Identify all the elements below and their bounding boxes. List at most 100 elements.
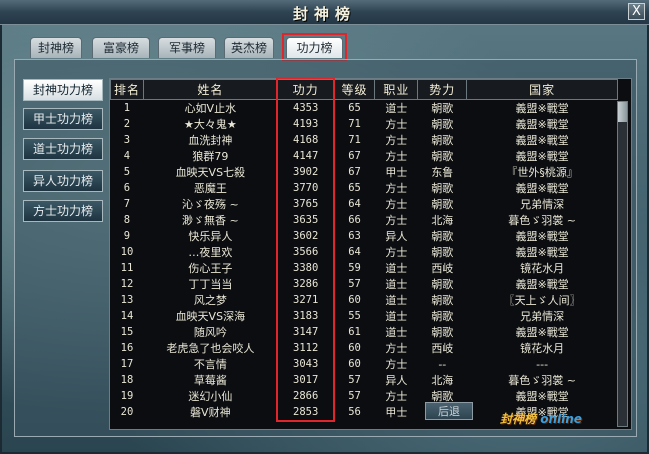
table-row[interactable]: 2 ★大々鬼★ 4193 71 方士 朝歌 義盟※戰堂 <box>111 116 618 132</box>
table-row[interactable]: 15 随风吟 3147 61 道士 朝歌 義盟※戰堂 <box>111 324 618 340</box>
table-row[interactable]: 18 草莓酱 3017 57 异人 北海 暮色ゞ羽裳 ~ <box>111 372 618 388</box>
side-button-daoshi-power[interactable]: 道士功力榜 <box>23 138 103 160</box>
table-row[interactable]: 4 狼群79 4147 67 方士 朝歌 義盟※戰堂 <box>111 148 618 164</box>
cell-class: 方士 <box>385 342 408 355</box>
cell-name: 伤心王子 <box>188 262 233 275</box>
header-level[interactable]: 等级 <box>333 79 376 100</box>
table-row[interactable]: 9 快乐异人 3602 63 异人 朝歌 義盟※戰堂 <box>111 228 618 244</box>
ranking-table: 排名 姓名 功力 等级 职业 势力 国家 1 心如V止水 4353 65 道士 朝歌 義盟※… <box>110 79 618 420</box>
cell-class: 道士 <box>385 102 408 115</box>
cell-class: 方士 <box>385 358 408 371</box>
tab-yingjie[interactable]: 英杰榜 <box>224 37 274 58</box>
cell-name: 老虎急了也会咬人 <box>166 342 255 355</box>
cell-name: 渺ゞ無香 ~ <box>181 214 239 227</box>
cell-country: 義盟※戰堂 <box>515 182 569 195</box>
tab-fuhao[interactable]: 富豪榜 <box>92 37 150 58</box>
ranking-table-container: 排名 姓名 功力 等级 职业 势力 国家 1 心如V止水 4353 65 道士 朝歌 義盟※… <box>109 78 632 430</box>
cell-name: 迷幻小仙 <box>188 390 233 403</box>
table-row[interactable]: 1 心如V止水 4353 65 道士 朝歌 義盟※戰堂 <box>111 100 618 117</box>
cell-country: 義盟※戰堂 <box>515 134 569 147</box>
cell-rank: 2 <box>123 118 131 130</box>
cell-level: 65 <box>348 102 361 114</box>
table-scrollbar[interactable] <box>617 101 628 427</box>
table-row[interactable]: 6 恶魔王 3770 65 方士 朝歌 義盟※戰堂 <box>111 180 618 196</box>
table-header-row: 排名 姓名 功力 等级 职业 势力 国家 <box>110 79 618 100</box>
cell-level: 60 <box>348 294 361 306</box>
close-button[interactable]: X <box>628 3 645 20</box>
cell-rank: 4 <box>123 150 131 162</box>
cell-rank: 14 <box>120 310 134 322</box>
cell-country: 義盟※戰堂 <box>515 118 569 131</box>
cell-country: 『世外§桃源』 <box>506 166 578 179</box>
header-class[interactable]: 职业 <box>374 79 419 100</box>
table-row[interactable]: 16 老虎急了也会咬人 3112 60 方士 西岐 镜花水月 <box>111 340 618 356</box>
tab-fengshen[interactable]: 封神榜 <box>30 37 82 58</box>
table-row[interactable]: 3 血洗封神 4168 71 方士 朝歌 義盟※戰堂 <box>111 132 618 148</box>
table-row[interactable]: 12 丁丁当当 3286 57 道士 朝歌 義盟※戰堂 <box>111 276 618 292</box>
table-row[interactable]: 5 血映天VS七殺 3902 67 甲士 东鲁 『世外§桃源』 <box>111 164 618 180</box>
cell-faction: 朝歌 <box>431 294 454 307</box>
scrollbar-thumb[interactable] <box>618 102 627 122</box>
table-row[interactable]: 7 沁ゞ夜殇 ~3765 64 方士 朝歌 兄弟情深 <box>111 196 618 212</box>
table-row[interactable]: 10 …夜里欢 3566 64 方士 朝歌 義盟※戰堂 <box>111 244 618 260</box>
cell-name: 血映天VS七殺 <box>175 166 246 179</box>
table-row[interactable]: 11 伤心王子 3380 59 道士 西岐 镜花水月 <box>111 260 618 276</box>
cell-level: 71 <box>348 134 361 146</box>
cell-name: 不言情 <box>193 358 227 371</box>
header-name[interactable]: 姓名 <box>142 79 278 100</box>
title-bar[interactable]: 封神榜 X <box>0 0 649 25</box>
table-row[interactable]: 8 渺ゞ無香 ~3635 66 方士 北海 暮色ゞ羽裳 ~ <box>111 212 618 228</box>
cell-class: 方士 <box>385 214 408 227</box>
cell-country: 義盟※戰堂 <box>515 150 569 163</box>
cell-level: 66 <box>348 214 361 226</box>
cell-name: 快乐异人 <box>188 230 233 243</box>
cell-rank: 10 <box>120 246 134 258</box>
cell-level: 67 <box>348 166 361 178</box>
cell-country: 義盟※戰堂 <box>515 390 569 403</box>
cell-name: 沁ゞ夜殇 ~ <box>181 198 239 211</box>
cell-rank: 3 <box>123 134 131 146</box>
cell-faction: 朝歌 <box>431 198 454 211</box>
cell-rank: 1 <box>123 102 131 114</box>
tab-junshi[interactable]: 军事榜 <box>158 37 216 58</box>
cell-faction: 朝歌 <box>431 134 454 147</box>
cell-level: 60 <box>348 358 361 370</box>
cell-class: 甲士 <box>385 166 408 179</box>
cell-faction: 西岐 <box>431 342 454 355</box>
cell-country: 義盟※戰堂 <box>515 246 569 259</box>
cell-country: 義盟※戰堂 <box>515 326 569 339</box>
side-button-jiashi-power[interactable]: 甲士功力榜 <box>23 108 103 130</box>
cell-level: 65 <box>348 182 361 194</box>
cell-class: 甲士 <box>385 406 408 419</box>
cell-name: ★大々鬼★ <box>183 118 237 131</box>
header-country[interactable]: 国家 <box>466 79 618 100</box>
header-faction[interactable]: 势力 <box>417 79 468 100</box>
cell-name: 恶魔王 <box>193 182 227 195</box>
table-row[interactable]: 19 迷幻小仙 2866 57 方士 朝歌 義盟※戰堂 <box>111 388 618 404</box>
side-button-fengshen-power[interactable]: 封神功力榜 <box>23 79 103 101</box>
cell-level: 57 <box>348 374 361 386</box>
cell-class: 方士 <box>385 198 408 211</box>
cell-level: 64 <box>348 246 361 258</box>
cell-level: 67 <box>348 150 361 162</box>
window-title: 封神榜 <box>292 5 356 23</box>
table-row[interactable]: 13 风之梦 3271 60 道士 朝歌 〖天上ゞ人间〗 <box>111 292 618 308</box>
cell-class: 道士 <box>385 294 408 307</box>
cell-level: 57 <box>348 390 361 402</box>
side-button-yiren-power[interactable]: 异人功力榜 <box>23 170 103 192</box>
table-row[interactable]: 17 不言情 3043 60 方士 -- --- <box>111 356 618 372</box>
cell-rank: 16 <box>120 342 134 354</box>
header-rank[interactable]: 排名 <box>110 79 144 100</box>
cell-name: 随风吟 <box>193 326 227 339</box>
cell-name: 血映天VS深海 <box>175 310 246 323</box>
game-logo: 封神榜 online <box>500 410 582 427</box>
table-row[interactable]: 14 血映天VS深海 3183 55 道士 朝歌 兄弟情深 <box>111 308 618 324</box>
back-button[interactable]: 后退 <box>425 402 473 420</box>
cell-class: 异人 <box>385 230 408 243</box>
cell-rank: 9 <box>123 230 131 242</box>
cell-country: 暮色ゞ羽裳 ~ <box>508 374 576 387</box>
cell-level: 71 <box>348 118 361 130</box>
cell-rank: 5 <box>123 166 131 178</box>
side-button-fangshi-power[interactable]: 方士功力榜 <box>23 200 103 222</box>
power-column-highlight-box <box>276 77 335 422</box>
